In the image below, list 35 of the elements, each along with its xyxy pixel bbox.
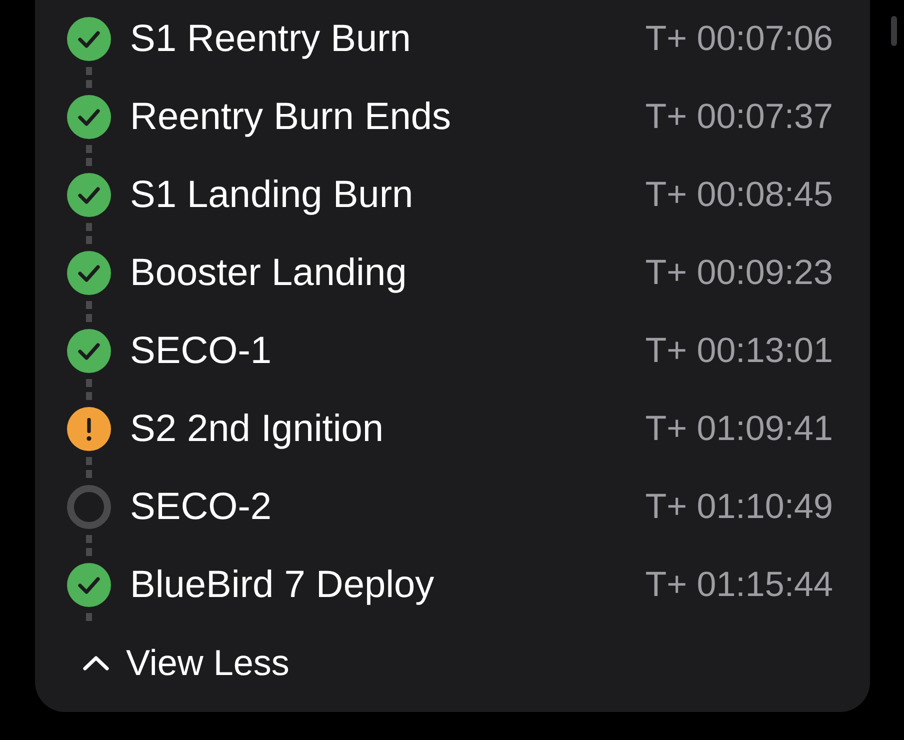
timeline-connector — [86, 457, 92, 481]
event-name: S1 Landing Burn — [130, 173, 414, 217]
event-name: Reentry Burn Ends — [130, 95, 452, 139]
check-icon — [67, 563, 111, 607]
event-time: T+ 01:10:49 — [645, 486, 833, 528]
check-icon — [67, 329, 111, 373]
event-name: SECO-2 — [130, 485, 272, 529]
timeline-connector — [86, 223, 92, 247]
timeline-connector — [86, 301, 92, 325]
chevron-up-icon — [82, 655, 110, 671]
event-time: T+ 00:08:45 — [645, 174, 833, 216]
event-time: T+ 01:09:41 — [645, 408, 833, 450]
event-name: S1 Reentry Burn — [130, 17, 412, 61]
timeline-connector — [86, 535, 92, 559]
ring-icon — [67, 485, 111, 529]
event-name: SECO-1 — [130, 329, 272, 373]
event-time: T+ 00:07:37 — [645, 96, 833, 138]
event-time: T+ 00:07:06 — [645, 18, 833, 60]
scrollbar-thumb[interactable] — [891, 16, 897, 46]
timeline-connector — [86, 67, 92, 91]
event-time: T+ 01:15:44 — [645, 564, 833, 606]
view-less-button[interactable]: View Less — [82, 643, 290, 683]
check-icon — [67, 95, 111, 139]
event-name: BlueBird 7 Deploy — [130, 563, 436, 607]
check-icon — [67, 17, 111, 61]
exclamation-icon — [67, 407, 111, 451]
check-icon — [67, 251, 111, 295]
event-name: Booster Landing — [130, 251, 408, 295]
timeline-connector — [86, 379, 92, 403]
event-name: S2 2nd Ignition — [130, 407, 385, 451]
check-icon — [67, 173, 111, 217]
timeline-connector — [86, 613, 92, 621]
event-time: T+ 00:13:01 — [645, 330, 833, 372]
event-time: T+ 00:09:23 — [645, 252, 833, 294]
timeline-connector — [86, 145, 92, 169]
